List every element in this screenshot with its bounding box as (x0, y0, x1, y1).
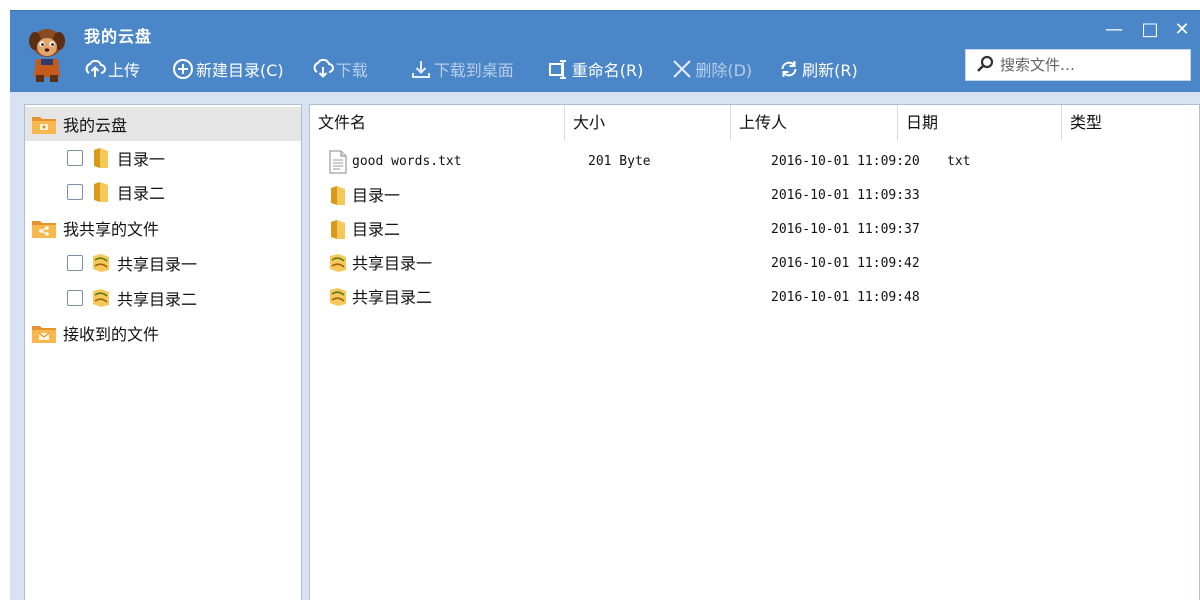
download-label: 下载 (335, 61, 368, 80)
tree-label: 我的云盘 (63, 116, 128, 135)
list-header: 文件名 大小 上传人 日期 类型 (310, 105, 1199, 141)
column-header-size[interactable]: 大小 (565, 105, 731, 141)
rename-label: 重命名(R) (571, 61, 644, 80)
folder-icon (91, 181, 111, 203)
header-bar: 我的云盘 — □ ✕ 上传 新建目录(C) 下载 下载到桌面 重命名(R) 删除… (10, 10, 1200, 92)
tree-item-dir2[interactable]: 目录二 (25, 175, 301, 209)
folder-tree: 我的云盘 目录一 目录二 我共享的文件 共享目录一 共享目录二 接收到的文件 (24, 104, 302, 600)
content-area: 我的云盘 目录一 目录二 我共享的文件 共享目录一 共享目录二 接收到的文件 文… (10, 92, 1200, 600)
cloud-disk-window: 我的云盘 — □ ✕ 上传 新建目录(C) 下载 下载到桌面 重命名(R) 删除… (0, 0, 1200, 600)
tree-label: 共享目录二 (117, 290, 198, 309)
file-name: 目录二 (352, 220, 401, 239)
tree-item-received-files[interactable]: 接收到的文件 (25, 316, 301, 350)
minimize-button[interactable]: — (1100, 19, 1128, 41)
table-row[interactable]: 共享目录二 2016-10-01 11:09:48 (310, 281, 1199, 315)
file-name-cell: 共享目录一 (328, 247, 432, 281)
file-date: 2016-10-01 11:09:33 (771, 188, 920, 203)
file-name-cell: 目录二 (328, 213, 400, 247)
checkbox[interactable] (67, 184, 83, 200)
folder-icon (328, 184, 350, 208)
shared-folder-icon (91, 252, 111, 274)
tree-label: 目录一 (117, 150, 166, 169)
shared-folder-icon (328, 252, 350, 276)
search-box (965, 49, 1191, 81)
inbox-folder-icon (31, 320, 57, 346)
tree-label: 我共享的文件 (63, 220, 160, 239)
file-size: 201 Byte (588, 154, 651, 169)
file-date: 2016-10-01 11:09:20 (771, 154, 920, 169)
file-name: good words.txt (352, 154, 462, 169)
file-name: 共享目录二 (352, 288, 433, 307)
file-type: txt (947, 154, 971, 169)
tree-item-my-disk[interactable]: 我的云盘 (25, 107, 301, 141)
file-name: 目录一 (352, 186, 401, 205)
refresh-button[interactable]: 刷新(R) (778, 55, 858, 83)
download-cloud-icon (312, 58, 334, 80)
table-row[interactable]: 目录二 2016-10-01 11:09:37 (310, 213, 1199, 247)
rename-icon (548, 58, 570, 80)
shared-folder-icon (91, 287, 111, 309)
delete-x-icon (671, 58, 693, 80)
file-list: 文件名 大小 上传人 日期 类型 good words.txt 201 Byte… (309, 104, 1200, 600)
table-row[interactable]: good words.txt 201 Byte 2016-10-01 11:09… (310, 145, 1199, 179)
upload-button[interactable]: 上传 (84, 55, 140, 83)
file-date: 2016-10-01 11:09:37 (771, 222, 920, 237)
file-name-cell: 共享目录二 (328, 281, 432, 315)
tree-item-dir1[interactable]: 目录一 (25, 141, 301, 175)
download-icon (410, 58, 432, 80)
column-header-uploader[interactable]: 上传人 (731, 105, 898, 141)
new-folder-label: 新建目录(C) (196, 61, 284, 80)
tree-label: 共享目录一 (117, 255, 198, 274)
toolbar: 上传 新建目录(C) 下载 下载到桌面 重命名(R) 删除(D) 刷新(R) (84, 55, 858, 83)
upload-label: 上传 (108, 61, 141, 80)
download-to-desktop-button[interactable]: 下载到桌面 (410, 55, 514, 83)
shared-folder-icon (328, 286, 350, 310)
tree-label: 接收到的文件 (63, 325, 160, 344)
file-name: 共享目录一 (352, 254, 433, 273)
tree-item-shared-dir1[interactable]: 共享目录一 (25, 246, 301, 280)
app-title: 我的云盘 (84, 27, 153, 46)
maximize-button[interactable]: □ (1136, 19, 1164, 41)
checkbox[interactable] (67, 290, 83, 306)
new-folder-button[interactable]: 新建目录(C) (172, 55, 284, 83)
file-date: 2016-10-01 11:09:48 (771, 290, 920, 305)
delete-button[interactable]: 删除(D) (671, 55, 752, 83)
search-icon[interactable] (974, 54, 996, 76)
add-circle-icon (172, 58, 194, 80)
column-header-name[interactable]: 文件名 (310, 105, 565, 141)
column-header-date[interactable]: 日期 (898, 105, 1062, 141)
search-input[interactable] (1000, 51, 1180, 79)
checkbox[interactable] (67, 150, 83, 166)
folder-icon (328, 218, 350, 242)
file-name-cell: 目录一 (328, 179, 400, 213)
shared-root-folder-icon (31, 215, 57, 241)
table-row[interactable]: 目录一 2016-10-01 11:09:33 (310, 179, 1199, 213)
refresh-icon (778, 58, 800, 80)
table-row[interactable]: 共享目录一 2016-10-01 11:09:42 (310, 247, 1199, 281)
file-date: 2016-10-01 11:09:42 (771, 256, 920, 271)
avatar (24, 21, 70, 83)
tree-item-shared-files[interactable]: 我共享的文件 (25, 211, 301, 245)
download-button[interactable]: 下载 (312, 55, 368, 83)
refresh-label: 刷新(R) (802, 61, 858, 80)
text-file-icon (328, 150, 350, 174)
file-name-cell: good words.txt (328, 145, 462, 179)
folder-icon (91, 147, 111, 169)
delete-label: 删除(D) (695, 61, 753, 80)
tree-label: 目录二 (117, 184, 166, 203)
close-button[interactable]: ✕ (1168, 19, 1196, 41)
column-header-type[interactable]: 类型 (1062, 105, 1199, 141)
tree-item-shared-dir2[interactable]: 共享目录二 (25, 281, 301, 315)
rename-button[interactable]: 重命名(R) (548, 55, 644, 83)
upload-icon (84, 58, 106, 80)
checkbox[interactable] (67, 255, 83, 271)
cloud-folder-icon (31, 111, 57, 137)
download-to-desktop-label: 下载到桌面 (433, 61, 514, 80)
